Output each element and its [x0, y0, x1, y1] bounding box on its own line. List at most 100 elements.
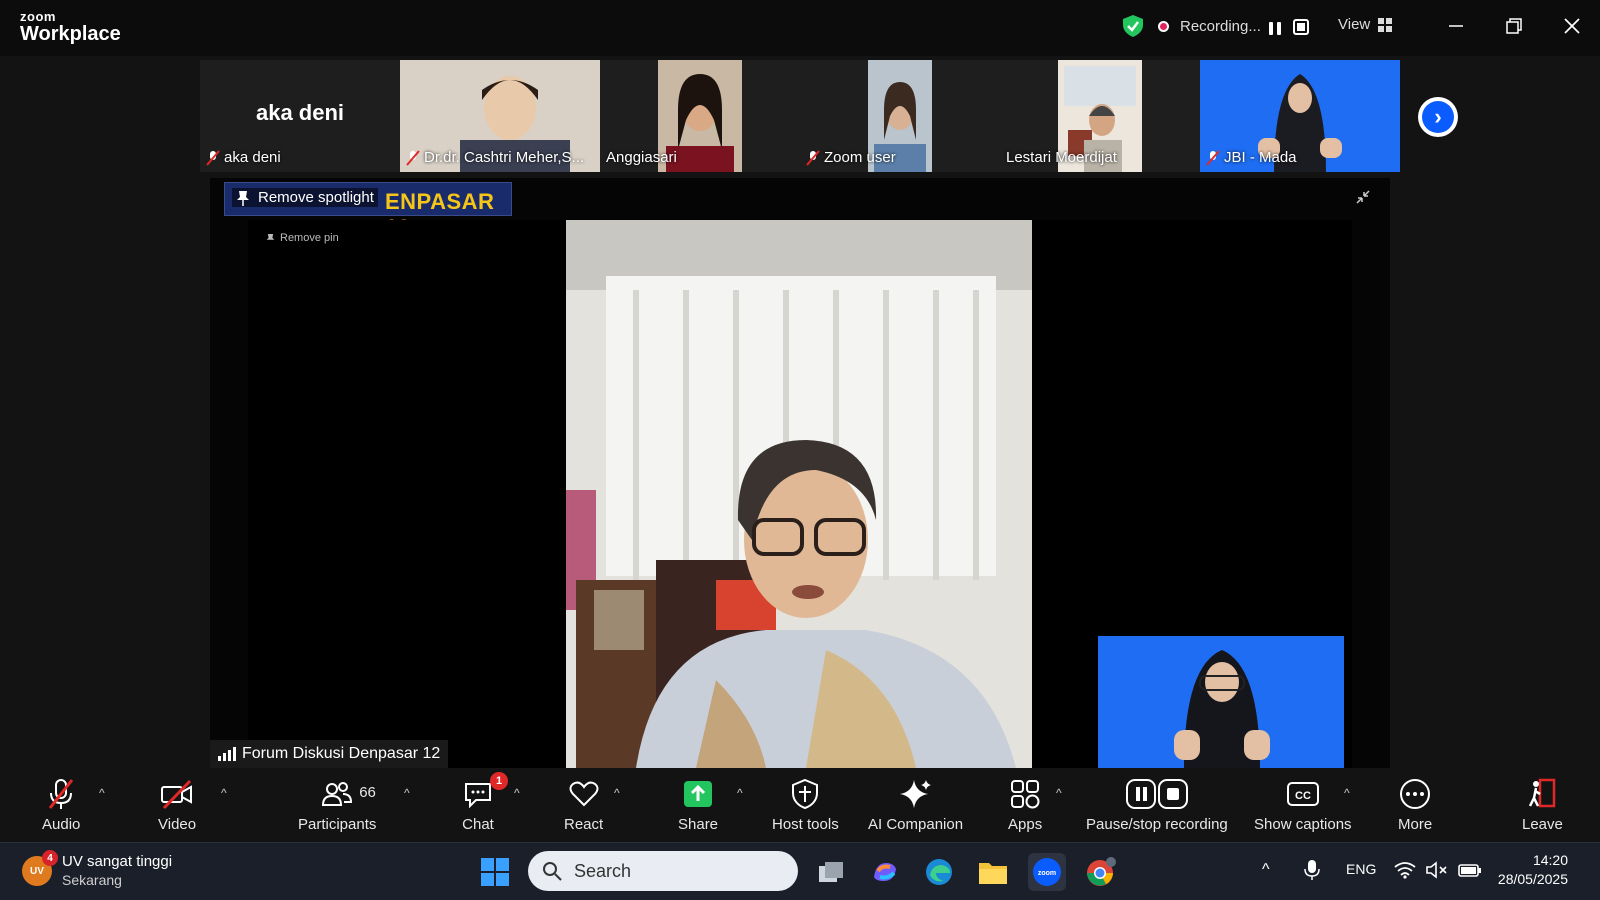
- chat-button[interactable]: 1 Chat: [462, 772, 508, 833]
- minimize-icon: [1449, 25, 1463, 27]
- participant-tile[interactable]: Anggiasari: [600, 60, 800, 172]
- recording-label: Recording...: [1180, 18, 1261, 35]
- participant-tile[interactable]: Zoom user: [800, 60, 1000, 172]
- share-label: Share: [678, 816, 719, 833]
- edge-icon: [926, 859, 952, 885]
- leave-icon: [1529, 778, 1556, 808]
- weather-title: UV sangat tinggi: [62, 853, 173, 870]
- participant-name: Dr.dr. Cashtri Meher,S...: [406, 149, 584, 166]
- remove-spotlight-label: Remove spotlight: [258, 189, 374, 206]
- participants-label: Participants: [298, 816, 377, 833]
- system-clock[interactable]: 14:20 28/05/2025: [1498, 851, 1568, 889]
- copilot-button[interactable]: [866, 853, 904, 891]
- share-screen-icon: [684, 781, 713, 807]
- react-options-caret[interactable]: ^: [614, 786, 620, 800]
- participant-name-text: JBI - Mada: [1224, 149, 1297, 166]
- ai-companion-button[interactable]: AI Companion: [868, 778, 963, 833]
- apps-button[interactable]: Apps: [1008, 778, 1042, 833]
- close-icon: [1564, 18, 1580, 34]
- participant-tile[interactable]: JBI - Mada: [1200, 60, 1400, 172]
- video-options-caret[interactable]: ^: [221, 786, 227, 800]
- mic-muted-icon: [49, 779, 74, 809]
- audio-button[interactable]: Audio: [42, 778, 80, 833]
- chevron-right-icon: ›: [1422, 101, 1454, 133]
- windows-start-button[interactable]: [476, 853, 514, 891]
- host-tools-button[interactable]: Host tools: [772, 778, 839, 833]
- pause-stop-recording-button[interactable]: Pause/stop recording: [1086, 778, 1228, 833]
- view-label: View: [1338, 16, 1371, 33]
- tray-overflow-icon[interactable]: ^: [1262, 861, 1270, 879]
- participants-options-caret[interactable]: ^: [404, 786, 410, 800]
- heart-icon: [569, 781, 599, 807]
- leave-button[interactable]: Leave: [1522, 778, 1563, 833]
- participants-button[interactable]: 66 Participants: [298, 778, 376, 833]
- chat-label: Chat: [462, 816, 494, 833]
- task-view-button[interactable]: [812, 853, 850, 891]
- participant-name: Lestari Moerdijat: [1006, 149, 1117, 166]
- chrome-button[interactable]: [1082, 853, 1120, 891]
- pin-icon: [266, 233, 275, 240]
- host-tools-label: Host tools: [772, 816, 839, 833]
- audio-options-caret[interactable]: ^: [99, 786, 105, 800]
- captions-options-caret[interactable]: ^: [1344, 786, 1350, 800]
- file-explorer-button[interactable]: [974, 853, 1012, 891]
- copilot-icon: [874, 863, 896, 881]
- pin-icon: [237, 190, 249, 206]
- battery-icon[interactable]: [1458, 862, 1482, 878]
- pause-stop-icon: [1125, 779, 1188, 809]
- remove-pin-label[interactable]: Remove pin: [266, 232, 339, 244]
- restore-button[interactable]: [1494, 8, 1534, 44]
- video-button[interactable]: Video: [158, 778, 196, 833]
- stop-recording-icon[interactable]: [1293, 19, 1309, 35]
- minimize-button[interactable]: [1436, 8, 1476, 44]
- shield-check-icon[interactable]: [1122, 14, 1144, 38]
- speaker-name-text: Forum Diskusi Denpasar 12: [242, 745, 441, 762]
- share-options-caret[interactable]: ^: [737, 786, 743, 800]
- mic-muted-icon: [1206, 149, 1220, 166]
- remove-spotlight-button[interactable]: Remove spotlight: [232, 188, 378, 207]
- gallery-strip: aka deni aka deni Dr.dr. Cashtri Meher,S…: [200, 60, 1400, 172]
- share-button[interactable]: Share: [678, 778, 718, 833]
- apps-options-caret[interactable]: ^: [1056, 786, 1062, 800]
- clock-time: 14:20: [1532, 852, 1568, 868]
- participant-tile[interactable]: Dr.dr. Cashtri Meher,S...: [400, 60, 600, 172]
- task-view-icon: [819, 862, 843, 882]
- collapse-icon[interactable]: [1356, 190, 1370, 204]
- taskbar-search[interactable]: Search: [528, 851, 798, 891]
- pause-recording-icon[interactable]: [1264, 17, 1286, 39]
- video-label: Video: [158, 816, 197, 833]
- brand-top: zoom: [20, 9, 56, 24]
- participant-tile[interactable]: aka deni aka deni: [200, 60, 400, 172]
- zoom-taskbar-button[interactable]: zoom: [1028, 853, 1066, 891]
- more-button[interactable]: More: [1398, 778, 1432, 833]
- language-indicator[interactable]: ENG: [1346, 861, 1376, 877]
- search-placeholder: Search: [574, 860, 632, 881]
- participant-tile[interactable]: Lestari Moerdijat: [1000, 60, 1200, 172]
- microphone-icon[interactable]: [1304, 859, 1320, 881]
- weather-alert-badge: 4: [42, 850, 58, 867]
- chat-options-caret[interactable]: ^: [514, 786, 520, 800]
- folder-icon: [979, 863, 1007, 884]
- participant-name-text: Zoom user: [824, 149, 896, 166]
- zoom-logo: zoom Workplace: [20, 10, 121, 44]
- speaker-muted-icon[interactable]: [1426, 861, 1448, 879]
- sign-language-interpreter-video: [1098, 636, 1344, 768]
- participant-name-text: aka deni: [224, 149, 281, 166]
- weather-subtitle: Sekarang: [62, 871, 122, 888]
- chrome-icon: [1087, 857, 1116, 886]
- react-button[interactable]: React: [564, 778, 603, 833]
- weather-widget[interactable]: UV 4 UV sangat tinggi Sekarang: [22, 850, 173, 889]
- windows-taskbar: UV 4 UV sangat tinggi Sekarang Search zoo…: [0, 842, 1600, 900]
- close-button[interactable]: [1552, 8, 1592, 44]
- participants-icon: [322, 782, 353, 806]
- react-label: React: [564, 816, 604, 833]
- speaker-video: [566, 220, 1032, 768]
- gallery-next-button[interactable]: ›: [1418, 97, 1458, 137]
- audio-label: Audio: [42, 816, 81, 833]
- view-button[interactable]: View: [1338, 16, 1393, 33]
- speaker-name-label: Forum Diskusi Denpasar 12: [210, 740, 449, 768]
- shield-icon: [792, 778, 819, 810]
- wifi-icon[interactable]: [1394, 861, 1416, 879]
- show-captions-button[interactable]: CC Show captions: [1254, 778, 1352, 833]
- edge-button[interactable]: [920, 853, 958, 891]
